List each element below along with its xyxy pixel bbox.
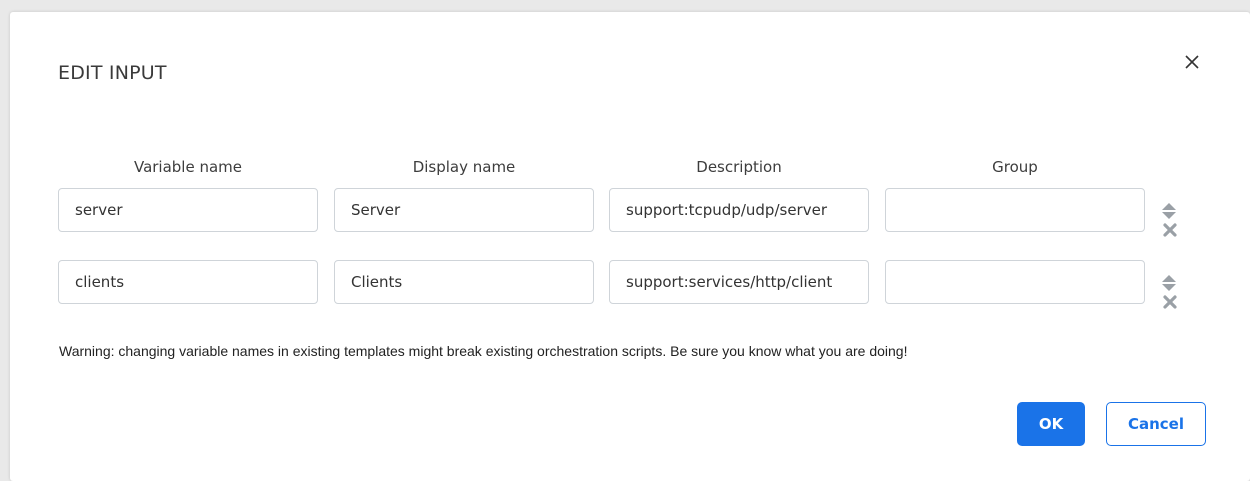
remove-icon[interactable] — [1163, 223, 1177, 237]
close-icon — [1185, 55, 1199, 69]
variable-name-input[interactable] — [58, 188, 318, 232]
variable-name-input[interactable] — [58, 260, 318, 304]
column-header-variable-name: Variable name — [133, 158, 243, 176]
group-input[interactable] — [885, 260, 1145, 304]
description-input[interactable] — [609, 188, 869, 232]
sort-icon[interactable] — [1161, 201, 1177, 221]
column-header-group: Group — [992, 158, 1038, 176]
ok-button[interactable]: OK — [1017, 402, 1085, 446]
edit-input-dialog: EDIT INPUT Variable name Display name De… — [10, 12, 1250, 481]
sort-icon[interactable] — [1161, 273, 1177, 293]
column-header-description: Description — [696, 158, 782, 176]
column-header-display-name: Display name — [412, 158, 516, 176]
dialog-title: EDIT INPUT — [58, 62, 167, 84]
group-input[interactable] — [885, 188, 1145, 232]
warning-message: Warning: changing variable names in exis… — [59, 343, 908, 359]
close-button[interactable] — [1178, 48, 1206, 76]
row-controls — [1161, 201, 1179, 237]
cancel-button[interactable]: Cancel — [1106, 402, 1206, 446]
display-name-input[interactable] — [334, 260, 594, 304]
display-name-input[interactable] — [334, 188, 594, 232]
remove-icon[interactable] — [1163, 295, 1177, 309]
description-input[interactable] — [609, 260, 869, 304]
row-controls — [1161, 273, 1179, 309]
